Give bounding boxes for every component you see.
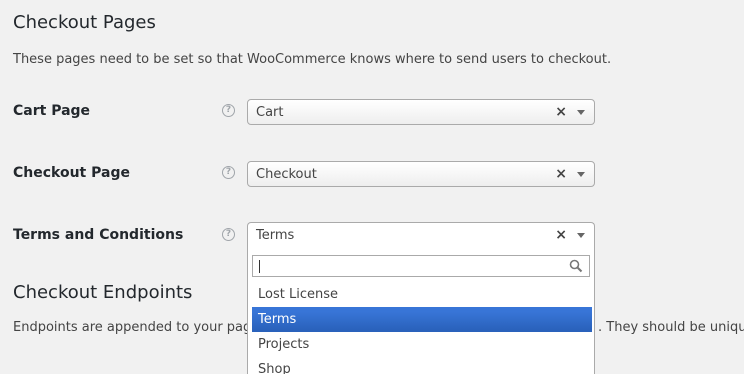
checkout-endpoints-title: Checkout Endpoints bbox=[13, 282, 193, 303]
question-circle-icon[interactable]: ? bbox=[222, 228, 235, 241]
question-circle-icon[interactable]: ? bbox=[222, 104, 235, 117]
dropdown-option[interactable]: Lost License bbox=[252, 282, 592, 307]
text-caret bbox=[259, 260, 260, 273]
checkout-page-label: Checkout Page bbox=[13, 165, 130, 181]
chevron-down-icon[interactable] bbox=[577, 172, 585, 177]
checkout-page-select[interactable]: Checkout × bbox=[247, 161, 595, 187]
clear-icon[interactable]: × bbox=[555, 227, 567, 243]
terms-select[interactable]: Terms × bbox=[247, 222, 595, 248]
terms-label: Terms and Conditions bbox=[13, 227, 184, 243]
checkout-pages-description: These pages need to be set so that WooCo… bbox=[13, 52, 612, 67]
chevron-down-icon[interactable] bbox=[577, 233, 585, 238]
clear-icon[interactable]: × bbox=[555, 166, 567, 182]
checkout-endpoints-description-tail: . They should be unique. bbox=[598, 320, 744, 335]
cart-page-select[interactable]: Cart × bbox=[247, 99, 595, 125]
checkout-pages-title: Checkout Pages bbox=[13, 12, 156, 33]
chevron-down-icon[interactable] bbox=[577, 110, 585, 115]
dropdown-option-highlighted[interactable]: Terms bbox=[252, 307, 592, 332]
search-icon bbox=[569, 259, 583, 273]
question-circle-icon[interactable]: ? bbox=[222, 166, 235, 179]
terms-dropdown: Lost License Terms Projects Shop bbox=[247, 247, 595, 374]
checkout-page-select-value: Checkout bbox=[256, 167, 317, 182]
settings-page: Checkout Pages These pages need to be se… bbox=[0, 0, 744, 374]
clear-icon[interactable]: × bbox=[555, 104, 567, 120]
checkout-endpoints-description: Endpoints are appended to your page U bbox=[13, 320, 273, 335]
cart-page-label: Cart Page bbox=[13, 103, 91, 119]
dropdown-option[interactable]: Projects bbox=[252, 332, 592, 357]
dropdown-option[interactable]: Shop bbox=[252, 357, 592, 374]
dropdown-search-input[interactable] bbox=[252, 255, 590, 277]
cart-page-select-value: Cart bbox=[256, 105, 284, 120]
terms-select-value: Terms bbox=[256, 228, 295, 243]
